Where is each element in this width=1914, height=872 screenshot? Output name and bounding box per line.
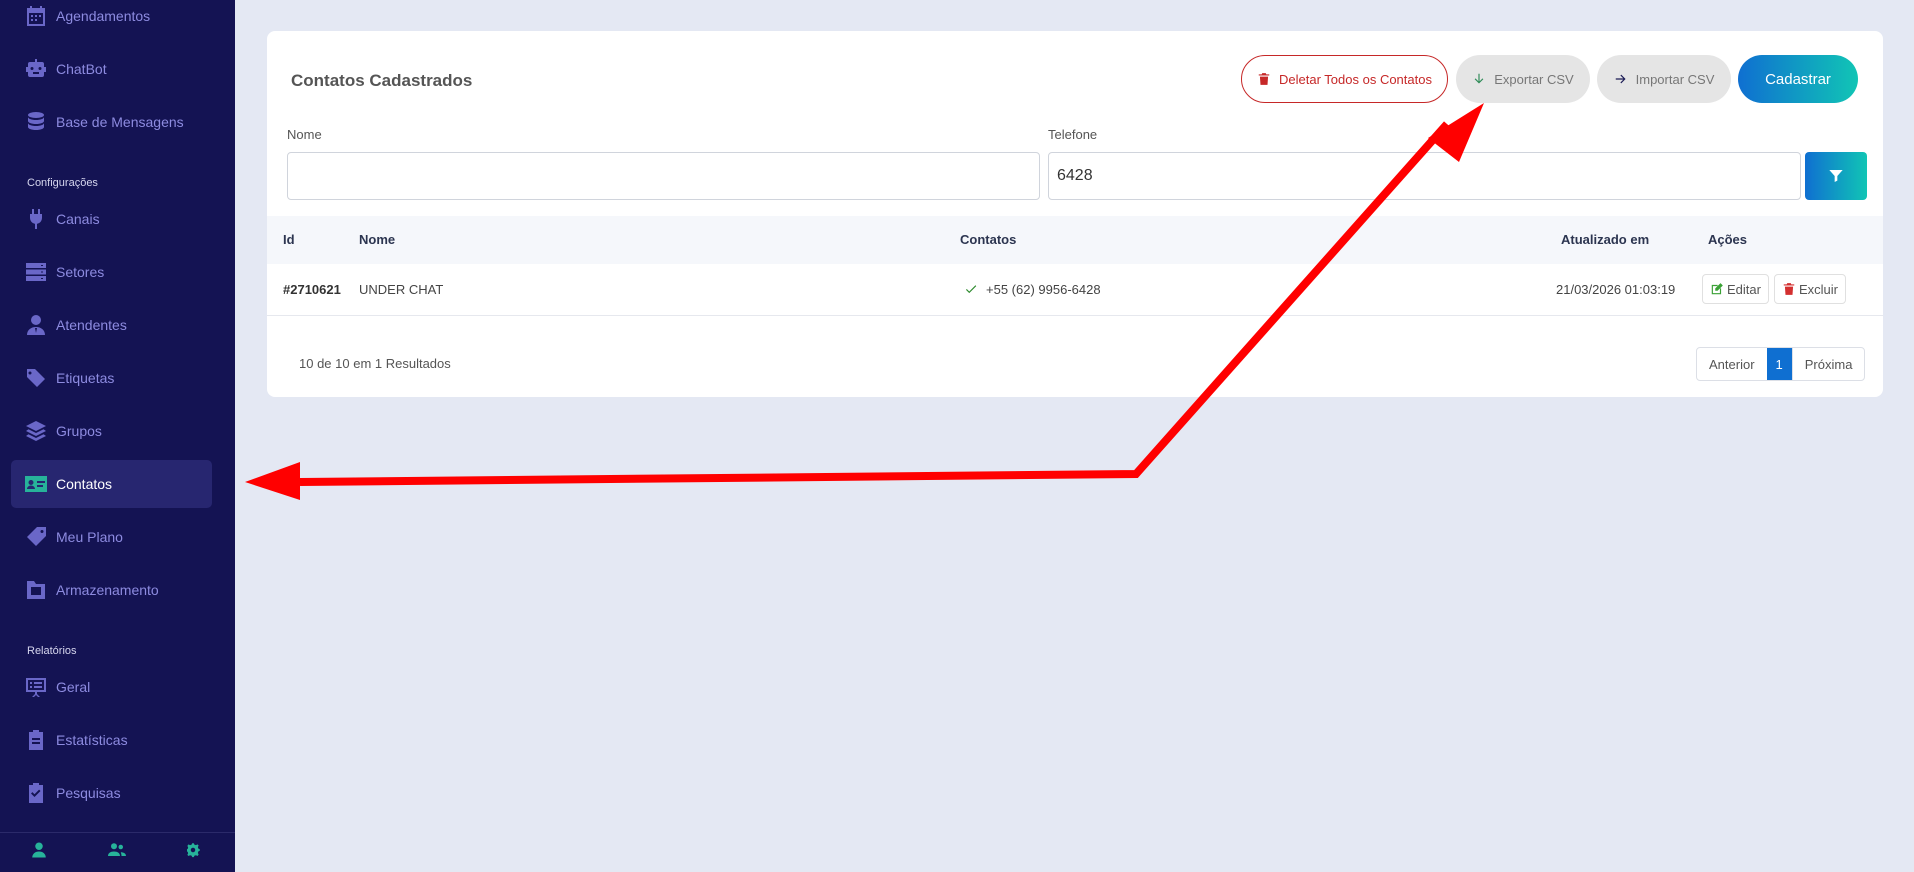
- sidebar-item-meu-plano[interactable]: Meu Plano: [11, 513, 212, 561]
- sidebar-item-grupos[interactable]: Grupos: [11, 407, 212, 455]
- column-header-actions: Ações: [1708, 232, 1748, 247]
- sidebar-item-estatisticas[interactable]: Estatísticas: [11, 716, 212, 764]
- sidebar-item-label: Agendamentos: [56, 8, 151, 24]
- sidebar-item-label: Contatos: [56, 476, 113, 492]
- sidebar-item-armazenamento[interactable]: Armazenamento: [11, 566, 212, 614]
- sidebar-item-label: Estatísticas: [56, 732, 128, 748]
- sidebar-item-label: Setores: [56, 264, 105, 280]
- calendar-icon: [23, 4, 48, 29]
- sidebar-item-label: Armazenamento: [56, 582, 159, 598]
- export-csv-button[interactable]: Exportar CSV: [1456, 55, 1590, 103]
- users-icon[interactable]: [108, 841, 127, 864]
- sidebar-item-setores[interactable]: Setores: [11, 248, 212, 296]
- clipboard-icon: [23, 728, 48, 753]
- results-count: 10 de 10 em 1 Resultados: [299, 356, 451, 371]
- edit-icon: [1711, 283, 1723, 295]
- arrow-down-icon: [1474, 73, 1484, 84]
- sidebar: Agendamentos ChatBot Base de Mensagens C…: [0, 0, 235, 872]
- sidebar-item-label: Atendentes: [56, 317, 127, 333]
- sidebar-item-label: ChatBot: [56, 61, 107, 77]
- phone-filter-input[interactable]: [1048, 152, 1801, 200]
- sidebar-item-base-de-mensagens[interactable]: Base de Mensagens: [11, 98, 212, 146]
- annotation-arrowhead-left: [245, 462, 300, 500]
- user-icon[interactable]: [30, 841, 48, 864]
- tags-icon: [23, 366, 48, 391]
- table-row: #2710621 UNDER CHAT +55 (62) 9956-6428 2…: [267, 264, 1883, 316]
- contacts-card: Contatos Cadastrados Deletar Todos os Co…: [267, 31, 1883, 397]
- server-icon: [23, 260, 48, 285]
- sidebar-item-label: Canais: [56, 211, 100, 227]
- sidebar-item-chatbot[interactable]: ChatBot: [11, 45, 212, 93]
- sidebar-item-atendentes[interactable]: Atendentes: [11, 301, 212, 349]
- robot-icon: [23, 57, 48, 82]
- sidebar-item-label: Meu Plano: [56, 529, 123, 545]
- cell-name: UNDER CHAT: [359, 282, 444, 297]
- sidebar-item-pesquisas[interactable]: Pesquisas: [11, 769, 212, 817]
- filter-button[interactable]: [1805, 152, 1867, 200]
- name-filter-input[interactable]: [287, 152, 1040, 200]
- pagination-next[interactable]: Próxima: [1791, 348, 1865, 380]
- create-contact-button[interactable]: Cadastrar: [1738, 55, 1858, 103]
- filter-icon: [1829, 170, 1843, 182]
- user-tie-icon: [23, 313, 48, 338]
- contact-phone: +55 (62) 9956-6428: [986, 282, 1101, 297]
- trash-icon: [1258, 73, 1270, 85]
- section-configuracoes: Configurações: [27, 177, 98, 189]
- sidebar-footer: [0, 832, 235, 872]
- cell-id: #2710621: [283, 282, 341, 297]
- address-card-icon: [23, 472, 48, 497]
- cogs-icon[interactable]: [186, 841, 205, 864]
- delete-all-contacts-button[interactable]: Deletar Todos os Contatos: [1241, 55, 1448, 103]
- sidebar-item-label: Grupos: [56, 423, 102, 439]
- sidebar-item-label: Geral: [56, 679, 91, 695]
- presentation-icon: [23, 675, 48, 700]
- pagination-prev[interactable]: Anterior: [1697, 348, 1767, 380]
- clipboard-check-icon: [23, 781, 48, 806]
- sidebar-item-geral[interactable]: Geral: [11, 663, 212, 711]
- sidebar-item-etiquetas[interactable]: Etiquetas: [11, 354, 212, 402]
- sidebar-item-agendamentos[interactable]: Agendamentos: [11, 0, 212, 40]
- column-header-contacts: Contatos: [960, 232, 1017, 247]
- layers-icon: [23, 419, 48, 444]
- column-header-id: Id: [283, 232, 295, 247]
- table-header: Id Nome Contatos Atualizado em Ações: [267, 216, 1883, 264]
- database-icon: [23, 110, 48, 135]
- sidebar-item-label: Base de Mensagens: [56, 114, 184, 130]
- import-label: Importar CSV: [1635, 71, 1715, 87]
- sidebar-item-label: Pesquisas: [56, 785, 121, 801]
- trash-icon: [1783, 283, 1795, 295]
- column-header-name: Nome: [359, 232, 396, 247]
- export-label: Exportar CSV: [1494, 71, 1574, 87]
- sidebar-item-canais[interactable]: Canais: [11, 195, 212, 243]
- import-csv-button[interactable]: Importar CSV: [1597, 55, 1731, 103]
- delete-label: Excluir: [1799, 281, 1839, 297]
- cell-updated: 21/03/2026 01:03:19: [1556, 282, 1676, 297]
- check-icon: [965, 285, 977, 294]
- page-title: Contatos Cadastrados: [291, 71, 473, 90]
- folder-icon: [23, 578, 48, 603]
- phone-filter-label: Telefone: [1048, 127, 1098, 142]
- plan-tag-icon: [23, 525, 48, 550]
- delete-button[interactable]: Excluir: [1774, 274, 1847, 304]
- name-filter-label: Nome: [287, 127, 322, 142]
- sidebar-item-label: Etiquetas: [56, 370, 115, 386]
- cell-contact: +55 (62) 9956-6428: [964, 282, 1101, 297]
- edit-label: Editar: [1727, 281, 1761, 297]
- pagination-current-page[interactable]: 1: [1766, 348, 1792, 380]
- delete-all-label: Deletar Todos os Contatos: [1279, 71, 1432, 87]
- pagination: Anterior 1 Próxima: [1696, 347, 1866, 381]
- edit-button[interactable]: Editar: [1702, 274, 1769, 304]
- sidebar-item-contatos[interactable]: Contatos: [11, 460, 212, 508]
- arrow-right-icon: [1615, 74, 1626, 84]
- section-relatorios: Relatórios: [27, 645, 77, 657]
- plug-icon: [23, 207, 48, 232]
- column-header-updated: Atualizado em: [1561, 232, 1650, 247]
